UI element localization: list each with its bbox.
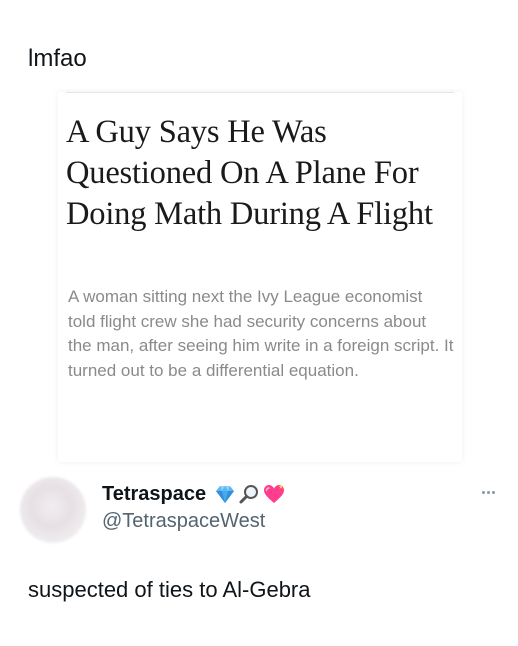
more-dot xyxy=(481,490,485,494)
more-dot xyxy=(491,490,495,494)
gem-icon xyxy=(216,486,235,503)
user-handle[interactable]: @TetraspaceWest xyxy=(102,509,265,533)
magnifying-glass-icon xyxy=(239,485,259,504)
display-name-row[interactable]: Tetraspace xyxy=(102,482,286,506)
more-options-button[interactable] xyxy=(476,484,500,500)
sparkling-heart-icon xyxy=(264,484,285,503)
divider xyxy=(66,92,454,93)
post-caption: lmfao xyxy=(28,45,87,72)
more-dot xyxy=(486,490,490,494)
article-headline: A Guy Says He Was Questioned On A Plane … xyxy=(66,114,433,232)
article-dek: A woman sitting next the Ivy League econ… xyxy=(68,287,454,380)
avatar[interactable] xyxy=(20,477,86,543)
name-badges xyxy=(214,483,286,505)
tweet-text: suspected of ties to Al-Gebra xyxy=(28,577,311,602)
display-name[interactable]: Tetraspace xyxy=(102,482,206,506)
article-screenshot: A Guy Says He Was Questioned On A Plane … xyxy=(58,92,462,462)
